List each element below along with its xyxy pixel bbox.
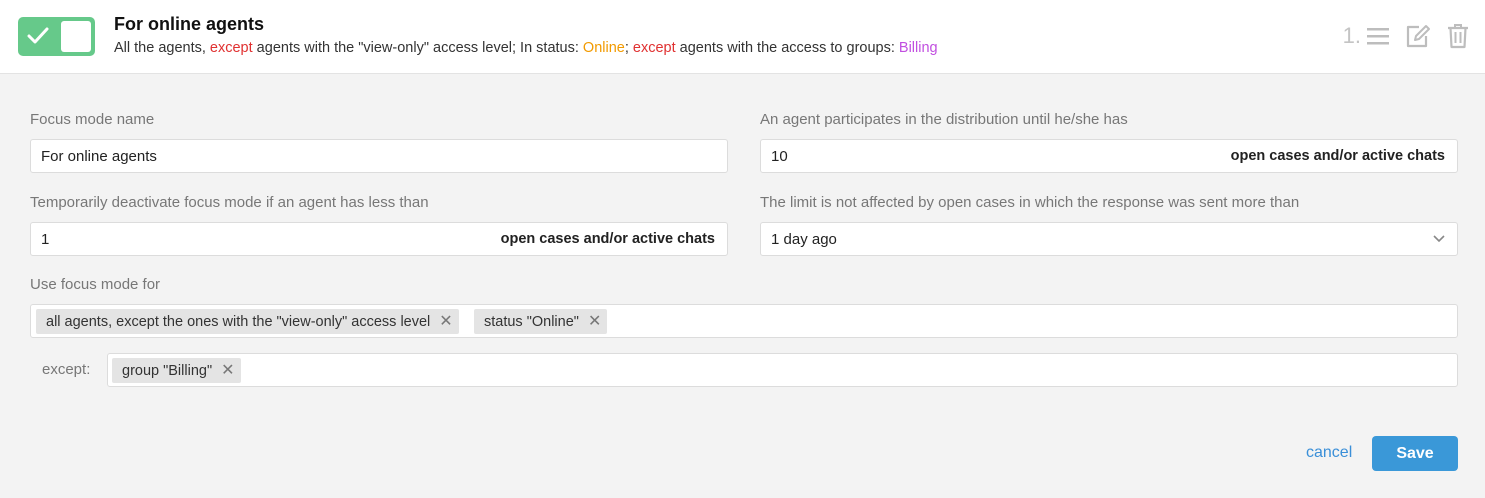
use-tags-input[interactable]: all agents, except the ones with the "vi… [30,304,1458,338]
order-number: 1. [1342,23,1361,48]
summary-text: ; [624,40,633,56]
except-tags-input[interactable]: group "Billing" ✕ [107,353,1458,387]
chevron-down-icon [1433,235,1445,243]
tag-label: all agents, except the ones with the "vi… [46,313,431,330]
tag-status: status "Online" ✕ [474,309,608,334]
use-label: Use focus mode for [30,276,161,293]
summary-text: agents with the "view-only" access level… [252,40,583,56]
limit-suffix: open cases and/or active chats [1230,148,1445,164]
deactivate-suffix: open cases and/or active chats [500,231,715,247]
limit-input[interactable]: 10 open cases and/or active chats [760,139,1458,173]
focus-mode-summary: All the agents, except agents with the "… [114,40,938,56]
tag-group: group "Billing" ✕ [112,358,241,383]
tag-access-level: all agents, except the ones with the "vi… [36,309,459,334]
deactivate-label: Temporarily deactivate focus mode if an … [30,194,429,211]
tag-label: group "Billing" [122,362,213,379]
save-button[interactable]: Save [1372,436,1458,471]
reorder-icon[interactable] [1365,22,1391,50]
limit-value: 10 [771,148,788,165]
remove-tag-icon[interactable]: ✕ [588,313,601,330]
remove-tag-icon[interactable]: ✕ [439,313,452,330]
summary-except: except [209,40,253,56]
toggle-knob [61,21,91,52]
name-label: Focus mode name [30,111,155,128]
header-actions: 1. [1343,22,1471,50]
summary-text: agents with the access to groups: [675,40,899,56]
response-select[interactable]: 1 day ago [760,222,1458,256]
tag-label: status "Online" [484,313,579,330]
summary-status: Online [582,40,625,56]
deactivate-input[interactable]: 1 open cases and/or active chats [30,222,728,256]
except-label: except: [42,361,91,378]
deactivate-value: 1 [41,231,50,248]
remove-tag-icon[interactable]: ✕ [221,362,234,379]
response-value: 1 day ago [771,231,837,248]
name-input[interactable]: For online agents [30,139,728,173]
focus-mode-title: For online agents [114,14,265,34]
response-label: The limit is not affected by open cases … [760,194,1300,211]
summary-group: Billing [898,40,938,56]
summary-except: except [632,40,676,56]
limit-label: An agent participates in the distributio… [760,111,1128,128]
name-value: For online agents [41,148,157,165]
cancel-link[interactable]: cancel [1306,444,1352,462]
focus-mode-header: For online agents All the agents, except… [0,0,1485,74]
trash-icon[interactable] [1445,22,1471,50]
summary-text: All the agents, [114,40,210,56]
edit-icon[interactable] [1405,22,1431,50]
check-icon [27,27,49,44]
enable-toggle[interactable] [18,17,95,56]
